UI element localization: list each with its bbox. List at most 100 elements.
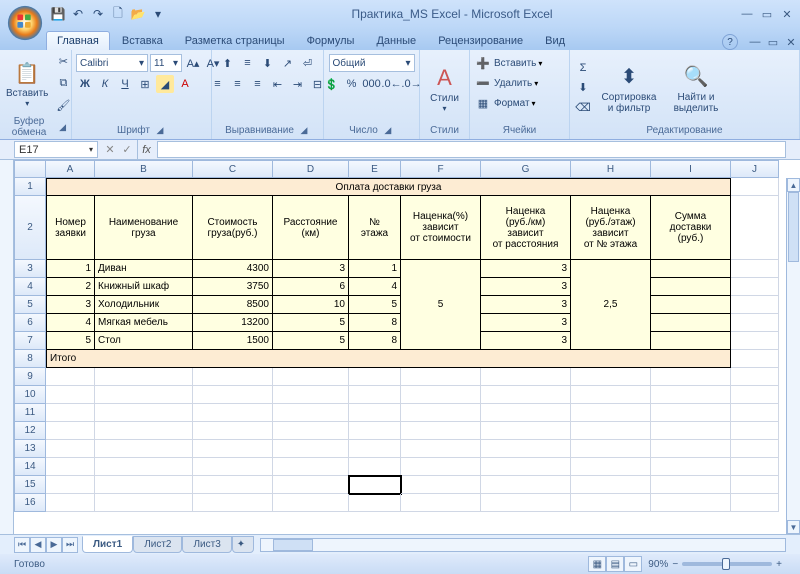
copy-icon[interactable]: ⧉ <box>54 74 72 92</box>
cell[interactable] <box>46 386 95 404</box>
cell[interactable] <box>401 368 481 386</box>
cell[interactable]: Диван <box>95 260 193 278</box>
cell[interactable] <box>651 440 731 458</box>
cells-insert-button[interactable]: ➕Вставить▾ <box>474 54 542 72</box>
align-center-icon[interactable]: ≡ <box>229 75 247 93</box>
redo-icon[interactable]: ↷ <box>90 6 106 22</box>
cell[interactable] <box>46 458 95 476</box>
cell[interactable]: 3 <box>273 260 349 278</box>
row-header[interactable]: 13 <box>14 440 46 458</box>
cell[interactable]: Мягкая мебель <box>95 314 193 332</box>
cell[interactable] <box>46 368 95 386</box>
cell[interactable] <box>95 386 193 404</box>
cell[interactable] <box>651 494 731 512</box>
paste-button[interactable]: 📋 Вставить ▾ <box>4 56 50 110</box>
cell[interactable]: 3 <box>481 260 571 278</box>
format-painter-icon[interactable]: 🖌 <box>54 96 72 114</box>
col-header[interactable]: D <box>273 160 349 178</box>
cell[interactable] <box>193 368 273 386</box>
cell[interactable] <box>481 494 571 512</box>
sort-filter-button[interactable]: ⬍ Сортировка и фильтр <box>596 60 662 116</box>
cell[interactable] <box>731 440 779 458</box>
cell[interactable] <box>731 196 779 260</box>
align-top-icon[interactable]: ⬆ <box>219 54 237 72</box>
row-header[interactable]: 4 <box>14 278 46 296</box>
sheet-tab-3[interactable]: Лист3 <box>182 536 231 553</box>
font-color-icon[interactable]: A <box>176 75 194 93</box>
align-right-icon[interactable]: ≡ <box>249 75 267 93</box>
border-icon[interactable]: ⊞ <box>136 75 154 93</box>
decrease-decimal-icon[interactable]: .0→ <box>403 75 421 93</box>
cell[interactable] <box>193 386 273 404</box>
cell[interactable] <box>349 458 401 476</box>
scroll-down-icon[interactable]: ▼ <box>787 520 800 534</box>
cell[interactable] <box>401 494 481 512</box>
cell[interactable]: Наименование груза <box>95 196 193 260</box>
cell[interactable] <box>571 422 651 440</box>
cell[interactable]: 8500 <box>193 296 273 314</box>
cell[interactable] <box>731 404 779 422</box>
cell[interactable] <box>731 458 779 476</box>
cell[interactable]: 2,5 <box>571 260 651 350</box>
restore-button[interactable]: ▭ <box>758 6 776 22</box>
cell[interactable] <box>731 494 779 512</box>
align-left-icon[interactable]: ≡ <box>209 75 227 93</box>
cell[interactable] <box>731 386 779 404</box>
cell[interactable]: 1500 <box>193 332 273 350</box>
cells-format-button[interactable]: ▦Формат▾ <box>474 94 536 112</box>
cell[interactable]: 3 <box>481 314 571 332</box>
cell[interactable]: 3 <box>481 296 571 314</box>
cell[interactable] <box>273 404 349 422</box>
cell[interactable]: Стол <box>95 332 193 350</box>
cell[interactable]: Оплата доставки груза <box>46 178 731 196</box>
col-header[interactable]: I <box>651 160 731 178</box>
cell[interactable] <box>273 422 349 440</box>
cell[interactable] <box>571 458 651 476</box>
cell[interactable] <box>651 476 731 494</box>
cell[interactable] <box>571 368 651 386</box>
row-header[interactable]: 14 <box>14 458 46 476</box>
font-launcher-icon[interactable]: ◢ <box>154 124 166 136</box>
cell[interactable]: 4 <box>46 314 95 332</box>
cell[interactable] <box>651 314 731 332</box>
cell[interactable] <box>571 494 651 512</box>
office-button-icon[interactable] <box>6 4 44 42</box>
cell[interactable]: Расстояние (км) <box>273 196 349 260</box>
col-header[interactable]: G <box>481 160 571 178</box>
col-header[interactable]: F <box>401 160 481 178</box>
cell[interactable] <box>193 404 273 422</box>
cell[interactable] <box>481 404 571 422</box>
cell[interactable]: Холодильник <box>95 296 193 314</box>
cell[interactable] <box>571 386 651 404</box>
underline-button[interactable]: Ч <box>116 75 134 93</box>
font-size-select[interactable]: 11▾ <box>150 54 182 72</box>
fill-icon[interactable]: ⬇ <box>574 79 592 97</box>
row-header[interactable]: 7 <box>14 332 46 350</box>
col-header[interactable]: H <box>571 160 651 178</box>
cell[interactable] <box>349 476 401 494</box>
decrease-indent-icon[interactable]: ⇤ <box>269 75 287 93</box>
row-header[interactable]: 1 <box>14 178 46 196</box>
cell[interactable] <box>731 332 779 350</box>
cell[interactable]: 5 <box>273 314 349 332</box>
wrap-text-icon[interactable]: ⏎ <box>299 54 317 72</box>
percent-icon[interactable]: % <box>343 75 361 93</box>
cell[interactable]: 5 <box>46 332 95 350</box>
cell[interactable]: 3 <box>481 278 571 296</box>
last-sheet-icon[interactable]: ⏭ <box>62 537 78 553</box>
cell[interactable] <box>273 440 349 458</box>
new-sheet-icon[interactable]: ✦ <box>232 536 254 553</box>
formula-input[interactable] <box>157 141 786 158</box>
cell[interactable] <box>273 476 349 494</box>
cell[interactable] <box>651 278 731 296</box>
number-launcher-icon[interactable]: ◢ <box>382 124 394 136</box>
cell[interactable] <box>401 386 481 404</box>
tab-formulas[interactable]: Формулы <box>297 32 365 50</box>
vertical-scrollbar[interactable]: ▲ ▼ <box>786 178 800 534</box>
clear-icon[interactable]: ⌫ <box>574 99 592 117</box>
horizontal-scrollbar[interactable] <box>260 538 786 552</box>
cell[interactable] <box>481 440 571 458</box>
cell[interactable] <box>95 458 193 476</box>
help-icon[interactable]: ? <box>722 34 738 50</box>
col-header[interactable]: E <box>349 160 401 178</box>
